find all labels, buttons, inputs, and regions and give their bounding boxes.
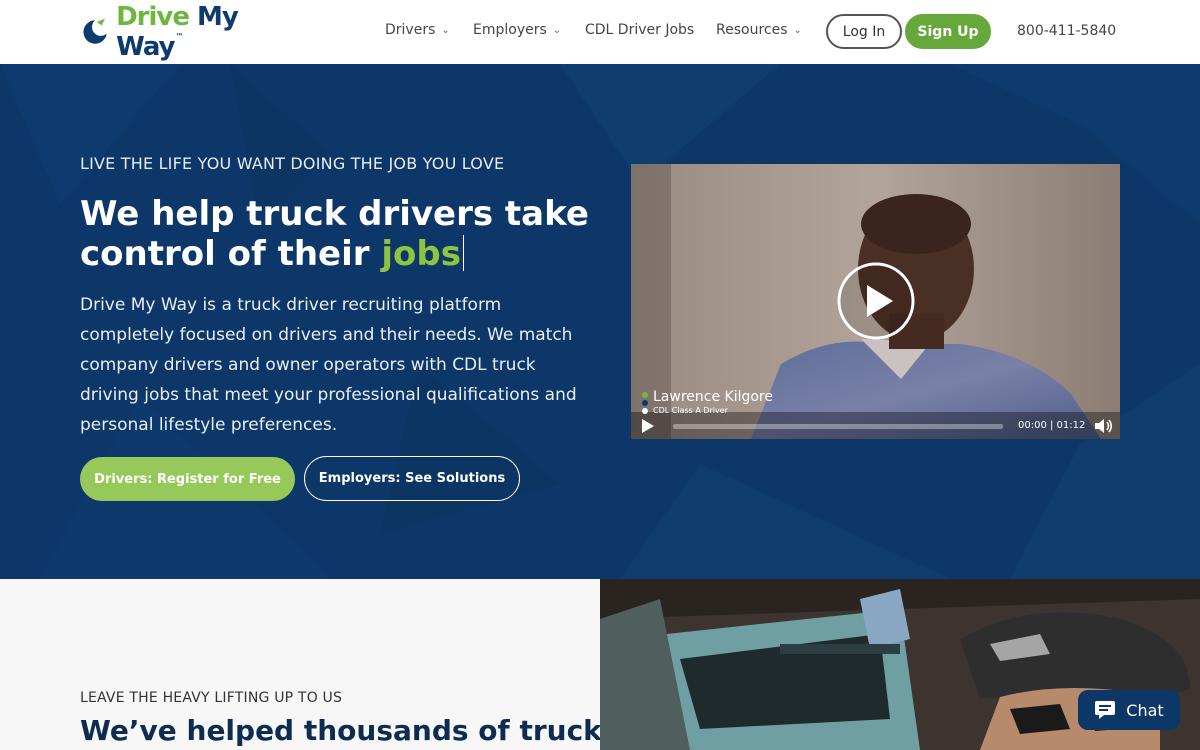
nav-item-label: Employers [473, 22, 547, 38]
volume-icon[interactable] [1094, 417, 1114, 435]
hero-headline-text: We help truck drivers take control of th… [80, 194, 589, 274]
lower-text-section: LEAVE THE HEAVY LIFTING UP TO US We’ve h… [0, 579, 602, 750]
nav-item-resources[interactable]: Resources ⌄ [716, 22, 802, 38]
hero-eyebrow: LIVE THE LIFE YOU WANT DOING THE JOB YOU… [80, 154, 505, 173]
phone-link[interactable]: 800-411-5840 [1017, 23, 1116, 39]
logo-drive-text: Drive [116, 2, 190, 32]
chat-button[interactable]: Chat [1078, 690, 1180, 730]
hero-description: Drive My Way is a truck driver recruitin… [80, 295, 577, 435]
logo[interactable]: Drive My Way™ [80, 2, 280, 62]
nav-item-label: CDL Driver Jobs [585, 22, 695, 38]
typing-cursor [462, 235, 464, 271]
chevron-down-icon: ⌄ [441, 24, 450, 36]
play-icon[interactable] [641, 418, 655, 434]
chat-icon [1095, 701, 1116, 719]
video-time-display: 00:00 | 01:12 [1018, 420, 1086, 431]
chevron-down-icon: ⌄ [793, 24, 802, 36]
employers-solutions-button[interactable]: Employers: See Solutions [304, 456, 520, 501]
logo-trademark: ™ [175, 32, 184, 41]
video-progress-bar[interactable] [673, 424, 1003, 429]
hero-section: LIVE THE LIFE YOU WANT DOING THE JOB YOU… [0, 64, 1200, 579]
logo-wordmark: Drive My Way™ [116, 2, 280, 62]
nav-item-label: Drivers [385, 22, 436, 38]
video-controls: 00:00 | 01:12 [631, 412, 1120, 439]
play-icon[interactable] [836, 261, 916, 341]
section-headline: We’ve helped thousands of truck [80, 714, 602, 747]
drivers-register-button[interactable]: Drivers: Register for Free [80, 457, 295, 501]
logo-mark-icon [83, 18, 107, 44]
video-player[interactable]: Lawrence Kilgore CDL Class A Driver 00:0… [631, 164, 1120, 439]
hero-headline-highlight: jobs [381, 234, 461, 274]
section-eyebrow: LEAVE THE HEAVY LIFTING UP TO US [80, 690, 343, 706]
chat-label: Chat [1126, 700, 1164, 720]
speaker-name: Lawrence Kilgore [653, 389, 773, 405]
hero-headline: We help truck drivers take control of th… [80, 194, 600, 274]
login-button[interactable]: Log In [826, 14, 902, 49]
nav-item-employers[interactable]: Employers ⌄ [473, 22, 561, 38]
nav-item-cdl-driver-jobs[interactable]: CDL Driver Jobs [585, 22, 694, 38]
signup-button[interactable]: Sign Up [905, 14, 991, 49]
nav-item-drivers[interactable]: Drivers ⌄ [385, 22, 450, 38]
chevron-down-icon: ⌄ [552, 24, 562, 36]
nav-item-label: Resources [716, 22, 788, 38]
site-header: Drive My Way™ Drivers ⌄ Employers ⌄ CDL … [0, 0, 1200, 64]
